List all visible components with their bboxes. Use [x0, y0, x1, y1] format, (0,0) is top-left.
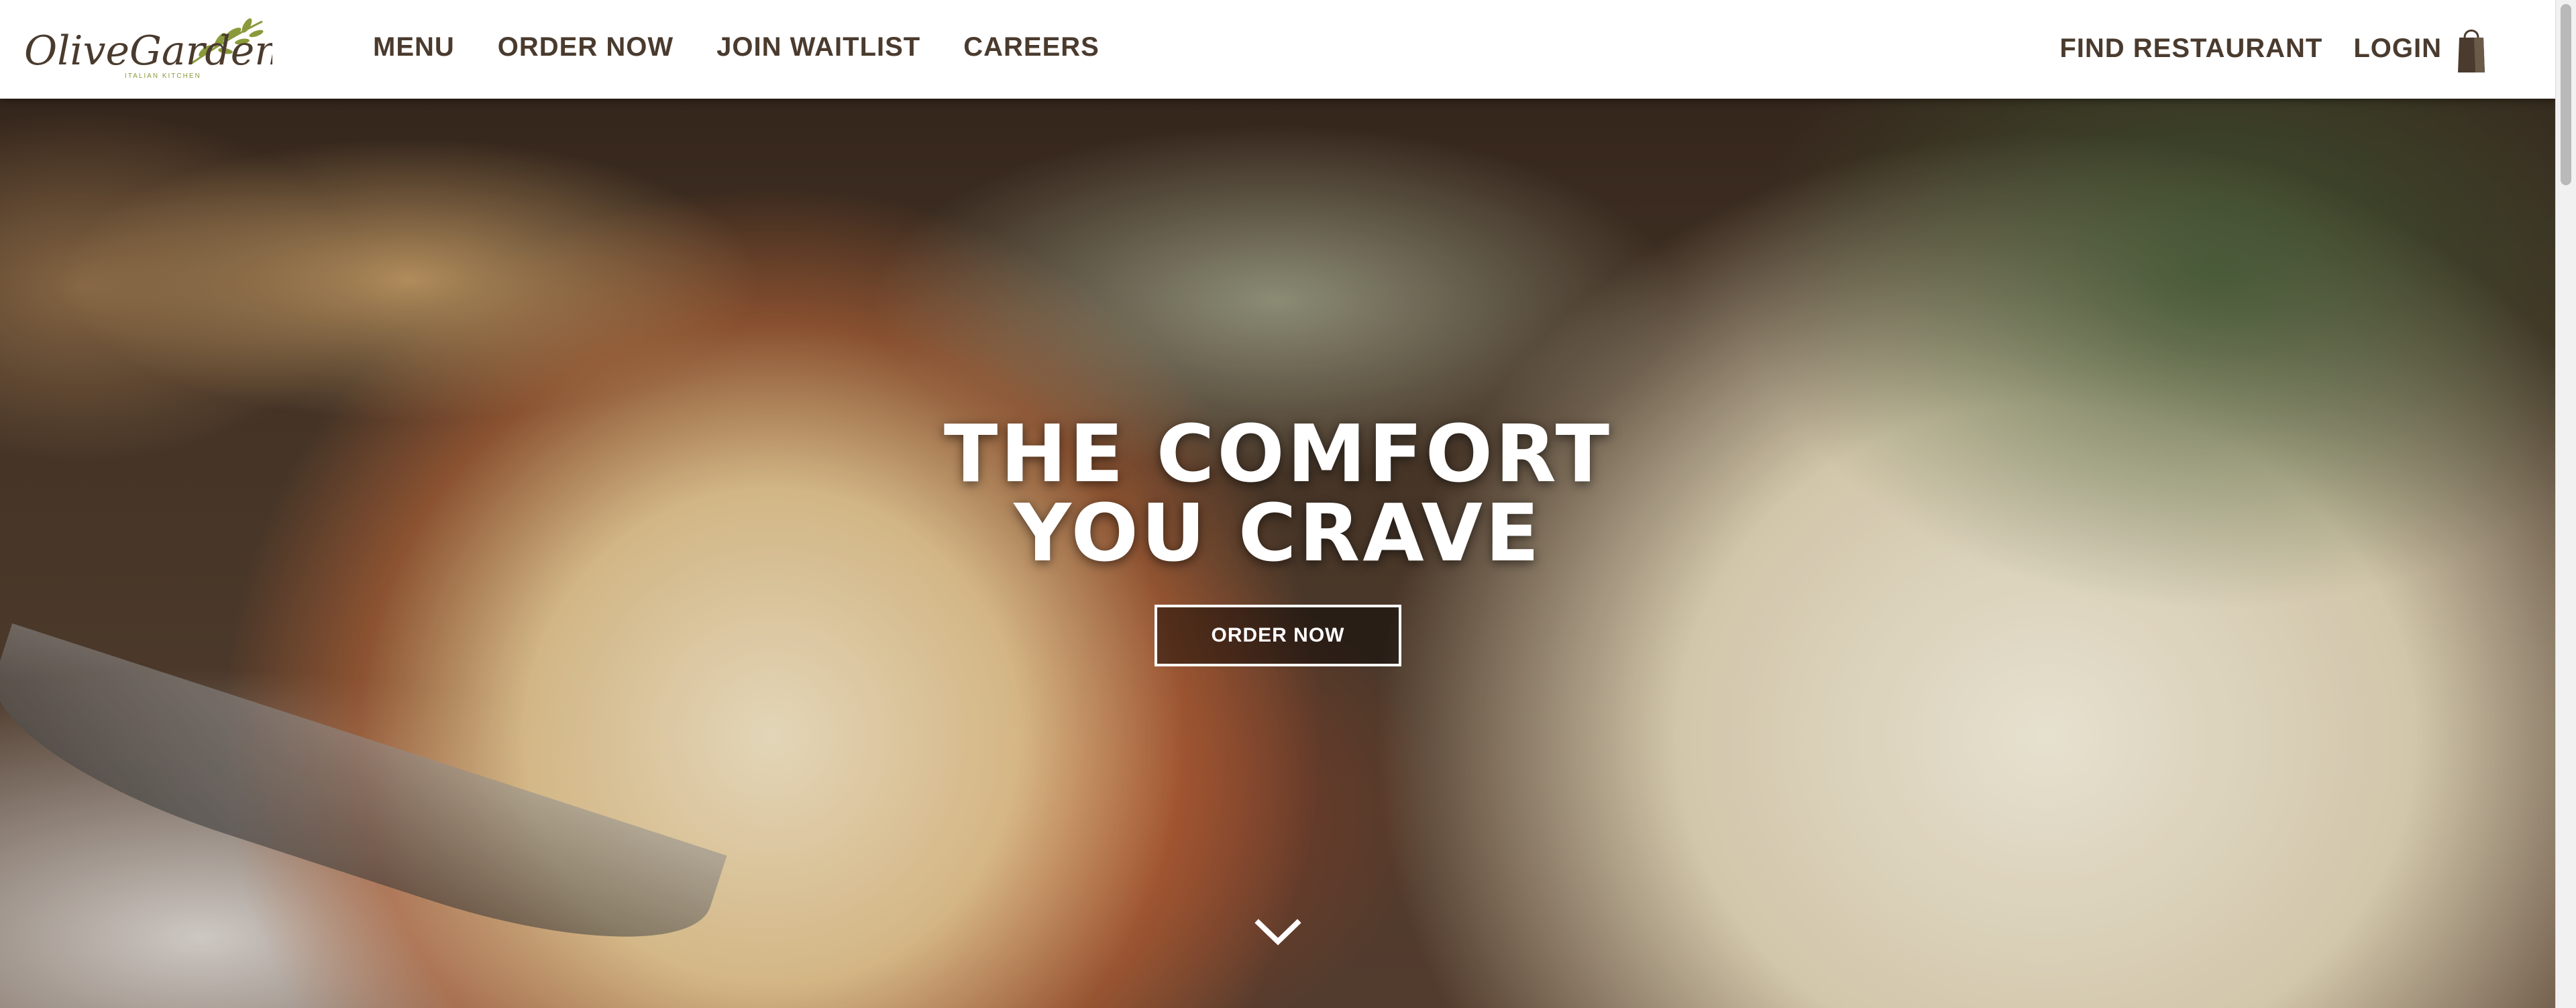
- nav-menu-link[interactable]: MENU: [373, 32, 455, 62]
- hero-banner: THE COMFORT YOU CRAVE ORDER NOW: [0, 99, 2556, 1008]
- nav-order-now-link[interactable]: ORDER NOW: [498, 32, 674, 62]
- login-link[interactable]: LOGIN: [2353, 34, 2442, 64]
- olive-garden-logo[interactable]: OliveGarden ITALIAN KITCHEN: [24, 16, 272, 83]
- page: OliveGarden ITALIAN KITCHEN MENU ORDER N…: [0, 0, 2576, 1008]
- chevron-down-icon[interactable]: [1254, 917, 1301, 948]
- hero-order-now-button[interactable]: ORDER NOW: [1155, 605, 1401, 666]
- hero-headline: THE COMFORT YOU CRAVE: [944, 414, 1612, 572]
- nav-join-waitlist-link[interactable]: JOIN WAITLIST: [716, 32, 920, 62]
- headline-line-1: THE COMFORT: [943, 407, 1613, 500]
- hero-content: THE COMFORT YOU CRAVE ORDER NOW: [0, 99, 2556, 1008]
- utility-nav: FIND RESTAURANT LOGIN: [2029, 24, 2489, 72]
- shopping-bag-icon[interactable]: [2454, 23, 2489, 74]
- logo-graphic: OliveGarden ITALIAN KITCHEN: [24, 18, 272, 80]
- headline-line-2: YOU CRAVE: [1014, 487, 1542, 579]
- scrollbar-thumb[interactable]: [2561, 4, 2571, 185]
- svg-text:OliveGarden: OliveGarden: [24, 28, 272, 74]
- main-nav: MENU ORDER NOW JOIN WAITLIST CAREERS: [373, 27, 1142, 67]
- page-scrollbar[interactable]: [2555, 0, 2576, 1008]
- nav-careers-link[interactable]: CAREERS: [963, 32, 1099, 62]
- site-header: OliveGarden ITALIAN KITCHEN MENU ORDER N…: [0, 0, 2556, 99]
- find-restaurant-link[interactable]: FIND RESTAURANT: [2059, 34, 2322, 64]
- svg-text:ITALIAN KITCHEN: ITALIAN KITCHEN: [125, 72, 201, 80]
